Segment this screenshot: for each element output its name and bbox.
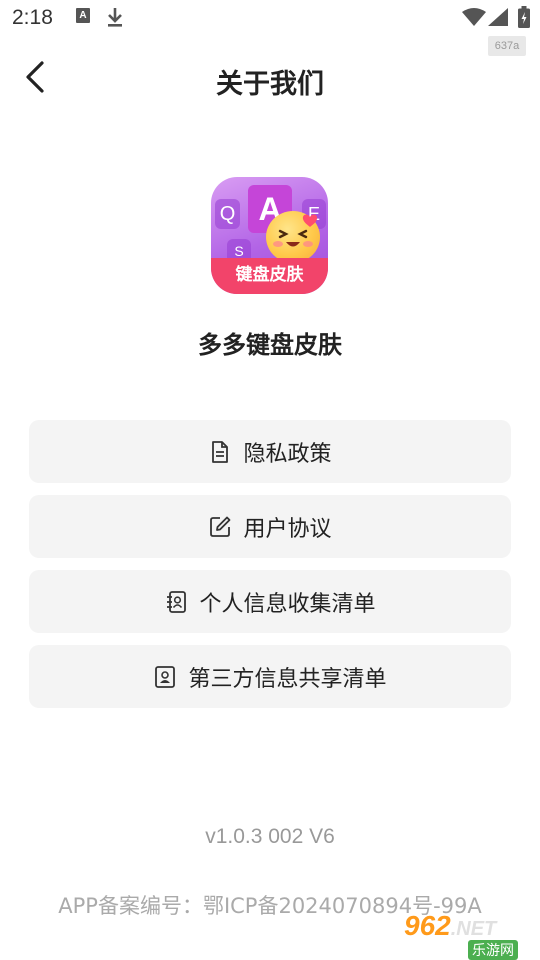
status-time: 2:18	[12, 6, 53, 29]
user-agreement-label: 用户协议	[243, 516, 332, 542]
logo-key-q: Q	[215, 199, 240, 229]
battery-icon	[518, 6, 530, 32]
download-icon	[106, 6, 124, 32]
privacy-policy-button[interactable]: 隐私政策	[29, 420, 511, 483]
document-icon	[208, 440, 232, 464]
watermark-brand: 962.NET	[404, 910, 497, 941]
id-card-icon	[153, 665, 177, 689]
emoji-face-icon	[266, 211, 320, 263]
watermark-logo: 962.NET 乐游网	[398, 910, 538, 960]
contact-book-icon	[164, 590, 188, 614]
third-party-sharing-list-button[interactable]: 第三方信息共享清单	[29, 645, 511, 708]
third-party-sharing-list-label: 第三方信息共享清单	[188, 666, 387, 692]
personal-info-list-label: 个人信息收集清单	[199, 591, 376, 617]
logo-banner: 键盘皮肤	[211, 258, 328, 294]
font-notification-icon: A	[76, 8, 90, 23]
wifi-icon	[462, 8, 486, 30]
privacy-policy-label: 隐私政策	[243, 441, 332, 467]
header: 关于我们	[0, 50, 540, 110]
signal-icon	[488, 8, 508, 30]
user-agreement-button[interactable]: 用户协议	[29, 495, 511, 558]
watermark-subtitle: 乐游网	[468, 940, 518, 960]
version-text: v1.0.3 002 V6	[205, 825, 335, 848]
page-title: 关于我们	[216, 69, 324, 100]
status-bar: 2:18 A 637a	[0, 0, 540, 56]
edit-icon	[208, 515, 232, 539]
app-name: 多多键盘皮肤	[198, 331, 342, 359]
app-logo: Q E S A 键盘皮肤	[211, 177, 328, 294]
personal-info-list-button[interactable]: 个人信息收集清单	[29, 570, 511, 633]
